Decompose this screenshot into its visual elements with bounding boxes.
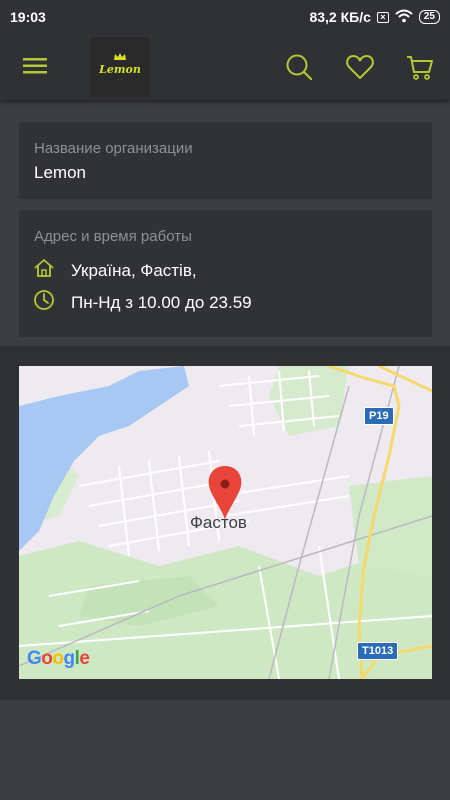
organization-title: Название организации [34, 140, 193, 157]
google-logo: Google [27, 648, 90, 669]
logo-text: Lemon [99, 63, 141, 76]
logo[interactable]: Lemon ····· [90, 37, 150, 97]
wifi-icon [395, 9, 413, 26]
heart-icon[interactable] [345, 52, 375, 82]
logo-subtext: ····· [116, 77, 124, 82]
route-label-p19: P19 [364, 407, 394, 425]
map-city-label: Фастов [190, 513, 247, 532]
route-label-t1013: T1013 [357, 642, 399, 660]
address-hours-row: Пн-Нд з 10.00 до 23.59 [33, 289, 252, 316]
battery-level: 25 [423, 11, 435, 22]
working-hours: Пн-Нд з 10.00 до 23.59 [71, 292, 252, 312]
network-speed: 83,2 КБ/с [309, 9, 371, 25]
battery-icon: 25 [418, 10, 440, 24]
search-icon[interactable] [284, 52, 314, 82]
cart-icon[interactable] [405, 52, 435, 82]
map-view[interactable]: Фастов P19 T1013 Google [19, 366, 432, 679]
address-title: Адрес и время работы [34, 228, 192, 245]
address-location-row: Україна, Фастів, [33, 257, 197, 284]
menu-icon[interactable] [22, 54, 48, 78]
app-bar: Lemon ····· [0, 34, 450, 100]
clock-icon [33, 289, 55, 316]
organization-card: Название организации Lemon [19, 122, 432, 199]
organization-name: Lemon [34, 163, 86, 182]
address-location: Україна, Фастів, [71, 260, 197, 280]
no-sim-icon: × [376, 11, 389, 23]
crown-icon [114, 53, 126, 60]
home-icon [33, 257, 55, 284]
status-right: 83,2 КБ/с × 25 [309, 9, 440, 26]
status-bar: 19:03 83,2 КБ/с × 25 [0, 0, 450, 34]
address-card: Адрес и время работы Україна, Фастів, Пн… [19, 210, 432, 337]
status-time: 19:03 [10, 9, 46, 25]
